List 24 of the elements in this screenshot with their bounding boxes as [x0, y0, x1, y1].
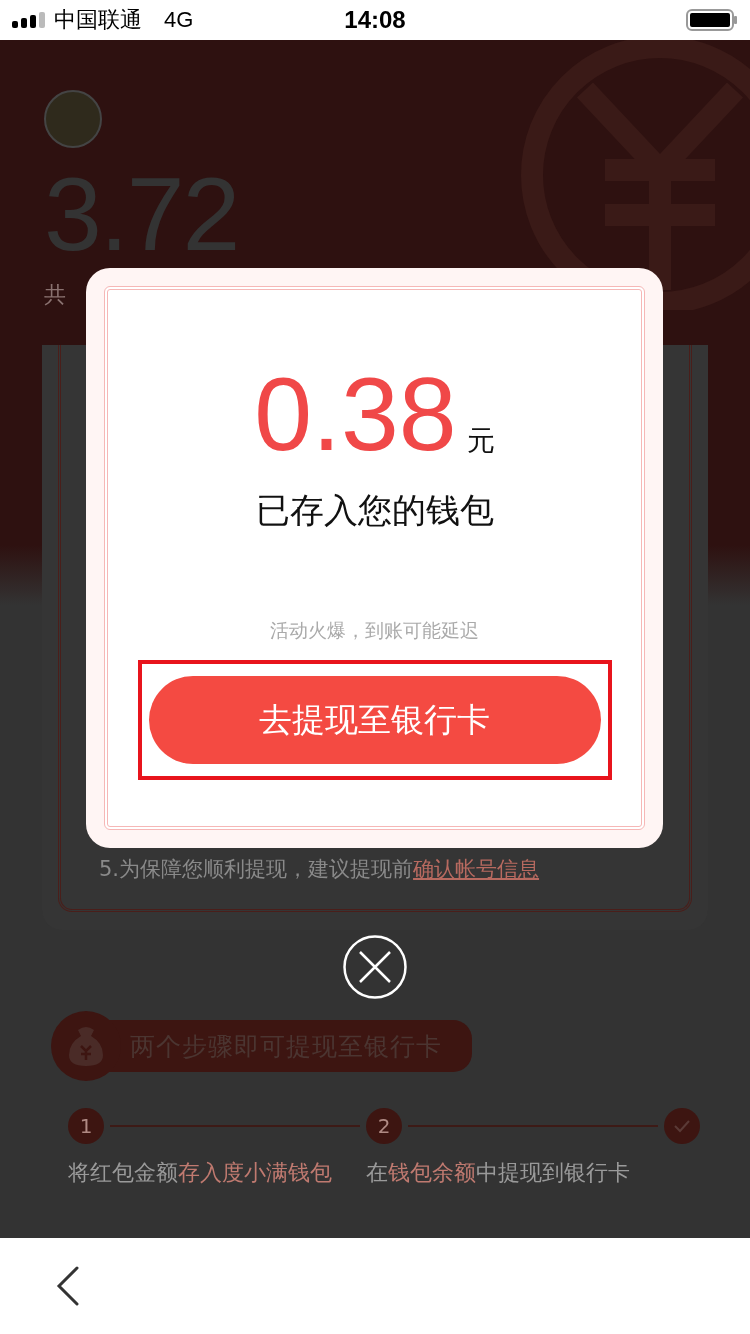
account-info-link[interactable]: 确认帐号信息 — [413, 857, 540, 881]
check-icon — [664, 1108, 700, 1144]
battery-icon — [686, 9, 738, 31]
status-time: 14:08 — [343, 6, 407, 34]
amount-unit: 元 — [466, 423, 495, 459]
dialog-message: 已存入您的钱包 — [255, 489, 494, 532]
step-highlight: 钱包余额 — [388, 1160, 476, 1185]
step-text: 在 — [366, 1160, 388, 1185]
signal-icon — [12, 12, 46, 28]
back-icon[interactable] — [56, 1266, 80, 1306]
carrier-name: 中国联通 — [54, 6, 142, 34]
total-caption: 共 — [44, 281, 67, 309]
avatar — [44, 90, 102, 148]
step-highlight: 存入度小满钱包 — [178, 1160, 332, 1185]
step-number: 2 — [366, 1108, 402, 1144]
amount: 0.38 — [254, 362, 457, 466]
step-text: 将红包金额 — [68, 1160, 178, 1185]
step-number: 1 — [68, 1108, 104, 1144]
notice-text: 5.为保障您顺利提现，建议提现前 — [99, 857, 414, 881]
close-icon[interactable] — [343, 935, 407, 999]
dialog-hint: 活动火爆，到账可能延迟 — [270, 618, 479, 643]
step-text: 中提现到银行卡 — [476, 1160, 630, 1185]
network-type: 4G — [164, 7, 194, 33]
withdraw-button[interactable]: 去提现至银行卡 — [148, 676, 601, 764]
